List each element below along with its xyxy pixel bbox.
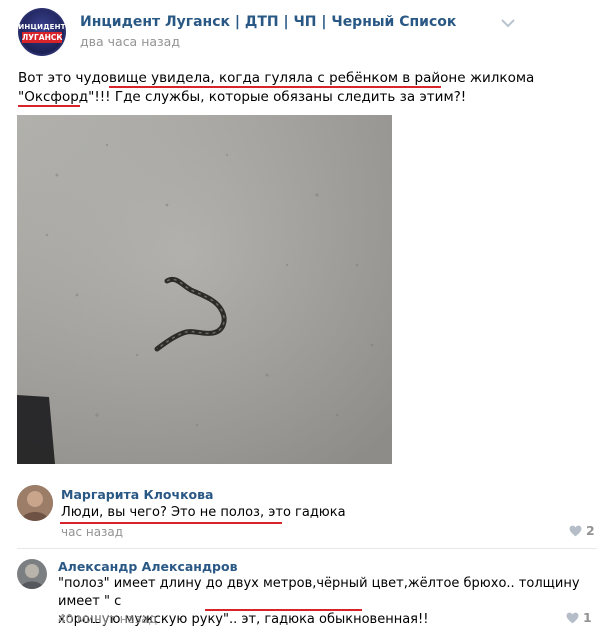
heart-icon <box>569 525 582 536</box>
like-count: 2 <box>586 523 595 538</box>
comment-timestamp[interactable]: 40 минут назад <box>58 612 157 626</box>
highlight-underline <box>205 609 362 611</box>
like-button[interactable]: 2 <box>569 523 595 538</box>
avatar-image <box>17 485 53 521</box>
comment-text-line-1: "полоз" имеет длину до двух метров,чёрны… <box>58 576 580 609</box>
group-name-link[interactable]: Инцидент Луганск | ДТП | ЧП | Черный Спи… <box>80 14 456 30</box>
like-count: 1 <box>583 610 592 625</box>
comment-avatar[interactable] <box>17 559 47 589</box>
comment-timestamp[interactable]: час назад <box>61 525 123 539</box>
logo-text-top: ИНЦИДЕНТ <box>18 23 66 31</box>
highlight-underline <box>109 86 441 88</box>
highlight-underline <box>60 522 282 524</box>
comment-author-link[interactable]: Маргарита Клочкова <box>61 487 213 502</box>
comment-avatar[interactable] <box>17 485 53 521</box>
chevron-down-icon[interactable] <box>500 18 516 28</box>
post-timestamp[interactable]: два часа назад <box>80 34 180 49</box>
post-text: Вот это чудовище увидела, когда гуляла с… <box>18 69 578 107</box>
photo-image <box>17 115 392 464</box>
like-button[interactable]: 1 <box>566 610 592 625</box>
avatar-image <box>17 559 47 589</box>
comment-author-link[interactable]: Александр Александров <box>58 559 237 574</box>
heart-icon <box>566 612 579 623</box>
logo-text-bottom: ЛУГАНСК <box>22 32 63 43</box>
group-avatar[interactable]: ИНЦИДЕНТ ЛУГАНСК <box>18 8 66 56</box>
comment-text: Люди, вы чего? Это не полоз, это гадюка <box>61 505 346 520</box>
highlight-underline <box>18 105 80 107</box>
comment-divider <box>17 548 597 549</box>
post-text-line-2: "Оксфорд"!!! Где службы, которые обязаны… <box>18 89 467 105</box>
post-photo[interactable] <box>17 115 392 464</box>
